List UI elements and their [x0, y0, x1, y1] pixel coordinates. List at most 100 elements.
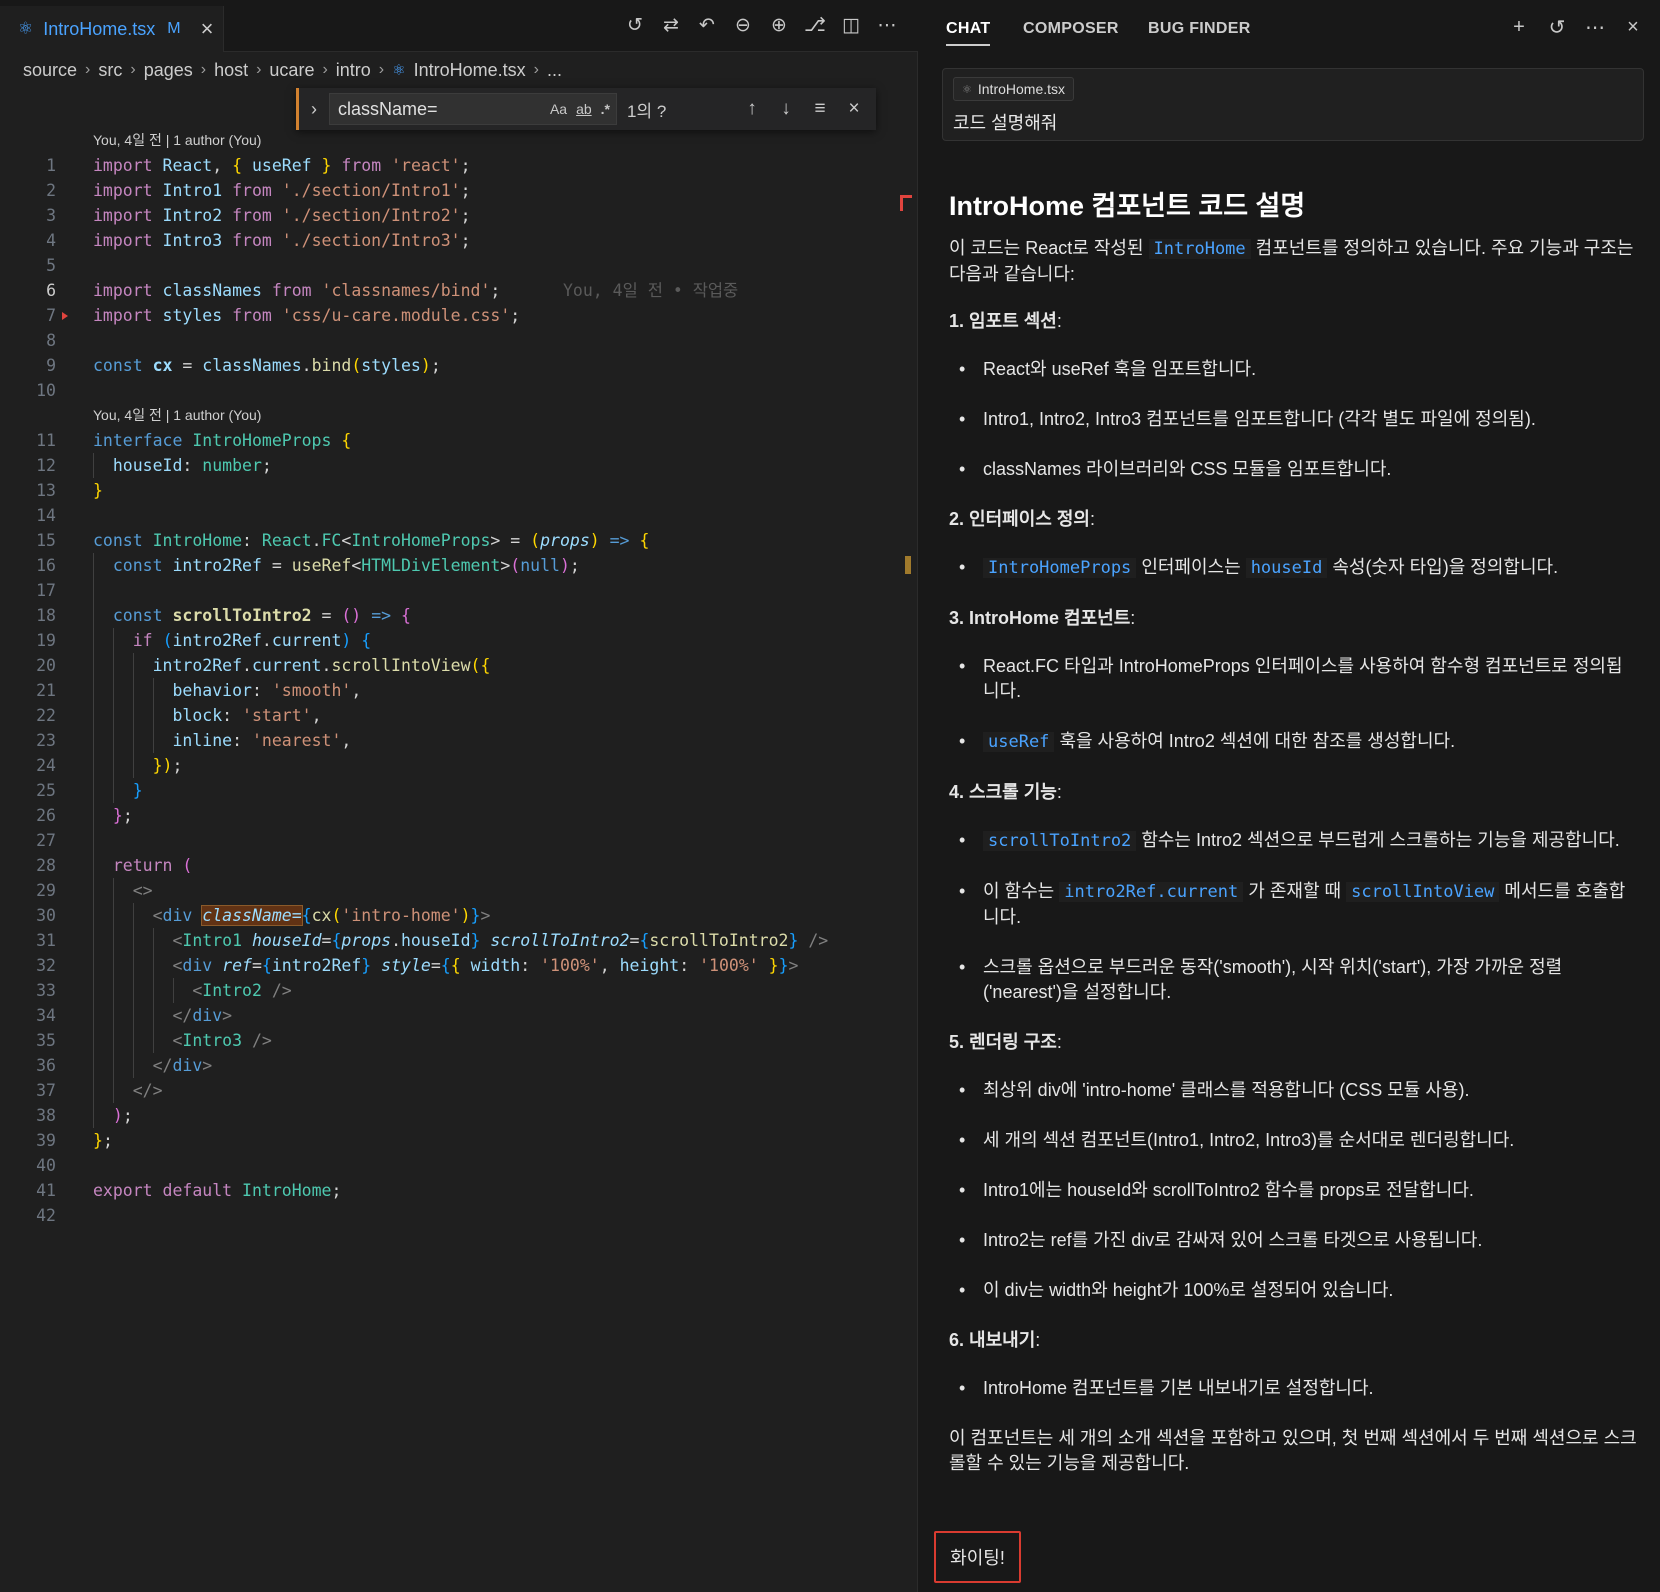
- code-line: 42: [0, 1203, 918, 1228]
- section-list: React.FC 타입과 IntroHomeProps 인터페이스를 사용하여 …: [949, 654, 1639, 755]
- next-match-icon[interactable]: ↓: [769, 98, 803, 120]
- match-whole-word-toggle[interactable]: ab: [576, 101, 592, 117]
- code-text: <Intro2 />: [192, 981, 292, 1000]
- breadcrumb-src[interactable]: src: [98, 60, 122, 81]
- breadcrumb-source[interactable]: source: [23, 60, 77, 81]
- code-line: 21 behavior: 'smooth',: [0, 678, 918, 703]
- section-list: IntroHome 컴포넌트를 기본 내보내기로 설정합니다.: [949, 1376, 1639, 1401]
- code-line: 28 return (: [0, 853, 918, 878]
- code-text: }: [93, 481, 103, 500]
- code-text: const scrollToIntro2 = () => {: [112, 606, 411, 625]
- line-number: 34: [36, 1006, 56, 1025]
- tab-bug-finder[interactable]: BUG FINDER: [1148, 20, 1251, 38]
- match-case-toggle[interactable]: Aa: [550, 101, 567, 117]
- next-change-icon[interactable]: ⊕: [768, 14, 790, 36]
- codelens-blame[interactable]: You, 4일 전 | 1 author (You): [0, 128, 918, 153]
- inline-blame: You, 4일 전 • 작업중: [563, 281, 739, 300]
- line-number: 33: [36, 981, 56, 1000]
- code-line: 9 const cx = classNames.bind(styles);: [0, 353, 918, 378]
- split-editor-icon[interactable]: ◫: [840, 14, 862, 36]
- line-number: 22: [36, 706, 56, 725]
- line-number: 28: [36, 856, 56, 875]
- response-closing: 화이팅!: [934, 1531, 1021, 1583]
- codelens-blame[interactable]: You, 4일 전 | 1 author (You): [0, 403, 918, 428]
- line-number: 4: [46, 231, 56, 250]
- chevron-right-icon: ›: [130, 61, 136, 78]
- previous-change-icon[interactable]: ⊖: [732, 14, 754, 36]
- code-text: const intro2Ref = useRef<HTMLDivElement>…: [112, 556, 580, 575]
- git-graph-icon[interactable]: ⎇: [804, 14, 826, 36]
- code-text: <Intro3 />: [172, 1031, 272, 1050]
- code-line: 1 import React, { useRef } from 'react';: [0, 153, 918, 178]
- code-text: <div ref={intro2Ref} style={{ width: '10…: [172, 956, 799, 975]
- close-find-icon[interactable]: ×: [837, 98, 871, 120]
- chevron-right-icon: ›: [200, 61, 207, 78]
- code-editor[interactable]: You, 4일 전 | 1 author (You) 1 import React…: [0, 128, 918, 1228]
- code-line: 15 const IntroHome: React.FC<IntroHomePro…: [0, 528, 918, 553]
- breadcrumb-intro[interactable]: intro: [336, 60, 371, 81]
- history-icon[interactable]: ↺: [1546, 16, 1568, 39]
- line-number: 6: [46, 281, 56, 300]
- code-text: houseId: number;: [112, 456, 272, 475]
- toggle-replace-icon[interactable]: ›: [299, 99, 329, 120]
- code-text: );: [112, 1106, 133, 1125]
- line-number: 2: [46, 181, 56, 200]
- change-marker-icon: [62, 312, 68, 320]
- code-line: 27: [0, 828, 918, 853]
- list-item: Intro1, Intro2, Intro3 컴포넌트를 임포트합니다 (각각 …: [949, 407, 1639, 432]
- breadcrumb-host[interactable]: host: [214, 60, 248, 81]
- list-item: 이 div는 width와 height가 100%로 설정되어 있습니다.: [949, 1278, 1639, 1303]
- modified-badge: M: [167, 20, 181, 37]
- indent-guide: [93, 828, 94, 853]
- previous-match-icon[interactable]: ↑: [735, 98, 769, 120]
- chat-header: CHAT COMPOSER BUG FINDER + ↺ ⋯ ×: [918, 0, 1660, 56]
- section-heading: 6. 내보내기:: [949, 1330, 1041, 1350]
- line-number: 12: [36, 456, 56, 475]
- chevron-right-icon: ›: [378, 61, 385, 78]
- code-line: 38 );: [0, 1103, 918, 1128]
- close-icon[interactable]: ×: [1622, 16, 1644, 38]
- code-line: 31 <Intro1 houseId={props.houseId} scrol…: [0, 928, 918, 953]
- line-number: 35: [36, 1031, 56, 1050]
- code-text: <>: [132, 881, 153, 900]
- revert-icon[interactable]: ↶: [696, 14, 718, 36]
- inline-code: IntroHome: [1148, 239, 1251, 259]
- tab-introhome[interactable]: ⚛ IntroHome.tsx M ×: [0, 6, 224, 52]
- file-context-chip[interactable]: ⚛ IntroHome.tsx: [953, 77, 1075, 101]
- line-number: 30: [36, 906, 56, 925]
- tab-chat[interactable]: CHAT: [946, 20, 991, 46]
- regex-toggle[interactable]: .*: [601, 101, 610, 117]
- breadcrumb-ucare[interactable]: ucare: [269, 60, 314, 81]
- file-chip-label: IntroHome.tsx: [977, 81, 1066, 97]
- list-item: React와 useRef 훅을 임포트합니다.: [949, 357, 1639, 382]
- compare-changes-icon[interactable]: ⇄: [660, 14, 682, 36]
- find-widget: › Aa ab .* 1의 ? ↑ ↓ ≡ ×: [296, 88, 876, 130]
- close-icon[interactable]: ×: [201, 18, 214, 40]
- more-actions-icon[interactable]: ⋯: [876, 14, 898, 36]
- code-line: 35 <Intro3 />: [0, 1028, 918, 1053]
- editor-tab-bar: ⚛ IntroHome.tsx M × ↺ ⇄ ↶ ⊖ ⊕ ⎇ ◫ ⋯: [0, 0, 918, 52]
- code-line: 29 <>: [0, 878, 918, 903]
- find-in-selection-icon[interactable]: ≡: [803, 98, 837, 120]
- react-icon: ⚛: [18, 19, 34, 38]
- timeline-icon[interactable]: ↺: [624, 14, 646, 36]
- tab-composer[interactable]: COMPOSER: [1023, 20, 1119, 38]
- list-item: useRef 훅을 사용하여 Intro2 섹션에 대한 참조를 생성합니다.: [949, 729, 1639, 755]
- response-intro: 이 코드는 React로 작성된 IntroHome 컴포넌트를 정의하고 있습…: [949, 238, 1634, 284]
- breadcrumb-more[interactable]: ...: [547, 60, 562, 81]
- code-text: };: [93, 1131, 113, 1150]
- user-message[interactable]: ⚛ IntroHome.tsx 코드 설명해줘: [942, 68, 1644, 141]
- section-list: scrollToIntro2 함수는 Intro2 섹션으로 부드럽게 스크롤하…: [949, 828, 1639, 1005]
- line-number: 38: [36, 1106, 56, 1125]
- breadcrumb-pages[interactable]: pages: [144, 60, 193, 81]
- code-line: 4 import Intro3 from './section/Intro3';: [0, 228, 918, 253]
- indent-guide: [93, 578, 94, 603]
- code-line: 20 intro2Ref.current.scrollIntoView({: [0, 653, 918, 678]
- code-text: <div className={cx('intro-home')}>: [152, 905, 491, 926]
- new-chat-icon[interactable]: +: [1508, 16, 1530, 38]
- section-list: 최상위 div에 'intro-home' 클래스를 적용합니다 (CSS 모듈…: [949, 1078, 1639, 1303]
- breadcrumb-file[interactable]: IntroHome.tsx: [414, 60, 526, 81]
- code-text: }: [132, 781, 143, 800]
- find-input[interactable]: [338, 98, 541, 120]
- more-icon[interactable]: ⋯: [1584, 16, 1606, 39]
